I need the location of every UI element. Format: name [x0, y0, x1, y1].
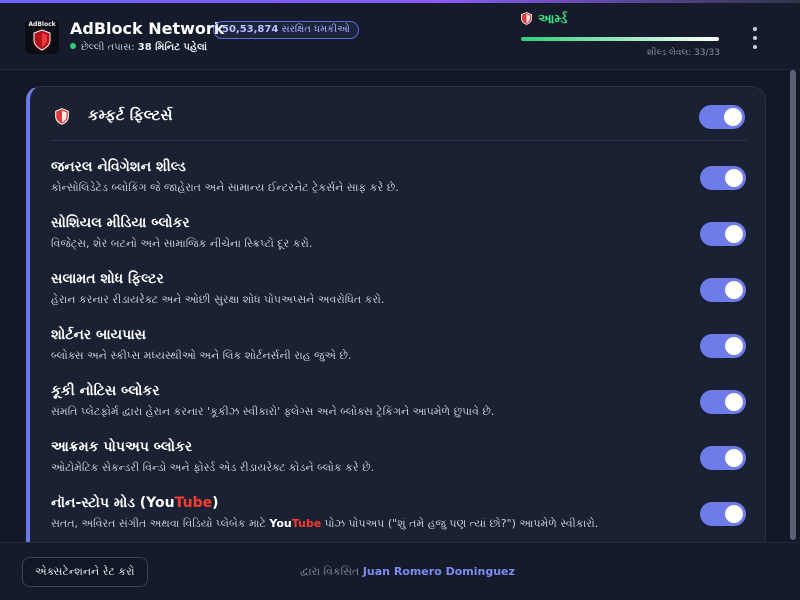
- filter-toggle[interactable]: [700, 222, 746, 246]
- armed-label: આર્મ્ડ: [538, 12, 568, 27]
- menu-dot-icon: [753, 45, 757, 49]
- blocked-count-badge: 50,53,874 સંરક્ષિત ધમકીઓ: [213, 21, 359, 39]
- divider: [50, 140, 747, 141]
- filter-toggle[interactable]: [700, 166, 746, 190]
- filter-title: નૉન-સ્ટોપ મોડ (YouTube): [51, 495, 219, 511]
- filter-toggle[interactable]: [700, 390, 746, 414]
- app-title: AdBlock Network: [70, 19, 225, 38]
- filter-toggle[interactable]: [700, 278, 746, 302]
- footer: એક્સટેન્શનને રેટ કરો દ્વારા વિકસિત Juan …: [0, 542, 800, 600]
- toggle-knob: [725, 169, 743, 187]
- status-dot: [70, 43, 76, 49]
- nonstop-desc-prefix: સતત, અવિરત સંગીત અથવા વિડિયો પ્લેબેક માટ…: [51, 517, 270, 530]
- shield-level-text: શીલ્ડ લેવલ: 33/33: [646, 48, 720, 58]
- filter-description: હેરાન કરનાર રીડાયરેક્ટ અને ઓછી સુરક્ષા શ…: [51, 293, 385, 306]
- filter-description: ઓટોમેટિક સેકન્ડરી વિન્ડો અને ફોર્સ્ડ એડ …: [51, 461, 375, 474]
- filter-title: આક્રમક પોપઅપ બ્લોકર: [51, 439, 193, 455]
- youtube-you-text: You: [269, 517, 292, 530]
- filter-description: બ્લોક્સ અને સ્કીપ્સ મધ્યસ્થીઓ અને લિંક શ…: [51, 349, 352, 362]
- filter-description: વિજેટ્સ, શેર બટનો અને સામાજિક નીચેના સ્ક…: [51, 237, 313, 250]
- filter-title: શોર્ટનર બાયપાસ: [51, 327, 146, 343]
- toggle-knob: [724, 108, 742, 126]
- filter-row-cookie-notice: કૂકી નોટિસ બ્લોકર સંમતિ પ્લેટફોર્મ દ્વાર…: [51, 383, 751, 439]
- app-logo: AdBlock: [25, 20, 59, 54]
- shield-icon: [521, 12, 532, 25]
- logo-shield-icon: [32, 29, 52, 51]
- youtube-tube-text: Tube: [291, 517, 322, 530]
- youtube-tube-text: Tube: [174, 495, 213, 511]
- last-check-value: 38 મિનિટ પહેલાં: [137, 42, 208, 53]
- filter-row-shortener-bypass: શોર્ટનર બાયપાસ બ્લોક્સ અને સ્કીપ્સ મધ્યસ…: [51, 327, 751, 383]
- menu-dot-icon: [753, 27, 757, 31]
- toggle-knob: [725, 505, 743, 523]
- toggle-knob: [725, 393, 743, 411]
- filter-title: જનરલ નેવિગેશન શીલ્ડ: [51, 159, 186, 175]
- blocked-count: 50,53,874: [222, 24, 279, 35]
- menu-dot-icon: [753, 36, 757, 40]
- last-check: છેલ્લી તપાસ: 38 મિનિટ પહેલાં: [70, 42, 207, 53]
- filter-title: કૂકી નોટિસ બ્લોકર: [51, 383, 160, 399]
- filter-title: સલામત શોધ ફિલ્ટર: [51, 271, 164, 287]
- toggle-knob: [725, 281, 743, 299]
- filter-toggle[interactable]: [700, 446, 746, 470]
- more-options-button[interactable]: [745, 25, 765, 51]
- filter-toggle[interactable]: [700, 334, 746, 358]
- filter-description: સંમતિ પ્લેટફોર્મ દ્વારા હેરાન કરનાર 'કૂક…: [51, 405, 495, 418]
- toggle-knob: [725, 225, 743, 243]
- filter-description: કોન્સોલિડેટેડ બ્લોકિંગ જે જાહેરાત અને સા…: [51, 181, 399, 194]
- filter-row-social-media: સોશિયલ મીડિયા બ્લોકર વિજેટ્સ, શેર બટનો અ…: [51, 215, 751, 271]
- filter-title: સોશિયલ મીડિયા બ્લોકર: [51, 215, 190, 231]
- filter-row-aggressive-popup: આક્રમક પોપઅપ બ્લોકર ઓટોમેટિક સેકન્ડરી વિ…: [51, 439, 751, 495]
- nonstop-title-suffix: ): [212, 495, 219, 511]
- comfort-filters-card: કમ્ફર્ટ ફિલ્ટર્સ જનરલ નેવિગેશન શીલ્ડ કોન…: [26, 86, 766, 556]
- developer-name-link[interactable]: Juan Romero Dominguez: [363, 565, 515, 578]
- card-title: કમ્ફર્ટ ફિલ્ટર્સ: [88, 106, 173, 124]
- scrollbar[interactable]: [790, 70, 796, 540]
- developed-by-label: દ્વારા વિકસિત: [300, 565, 360, 578]
- shield-level-bar: [521, 37, 719, 41]
- youtube-you-text: You: [146, 495, 175, 511]
- filter-row-general-shield: જનરલ નેવિગેશન શીલ્ડ કોન્સોલિડેટેડ બ્લોકિ…: [51, 159, 751, 215]
- nonstop-title-prefix: નૉન-સ્ટોપ મોડ (: [51, 495, 147, 511]
- armed-status: આર્મ્ડ: [521, 12, 567, 27]
- filter-description: સતત, અવિરત સંગીત અથવા વિડિયો પ્લેબેક માટ…: [51, 517, 598, 531]
- toggle-knob: [725, 449, 743, 467]
- filter-row-safe-search: સલામત શોધ ફિલ્ટર હેરાન કરનાર રીડાયરેક્ટ …: [51, 271, 751, 327]
- scrollbar-thumb[interactable]: [790, 70, 796, 540]
- nonstop-desc-suffix: પોઝ પોપઅપ ("શું તમે હજુ પણ ત્યાં છો?") આ…: [321, 517, 599, 530]
- shield-level-fill: [521, 37, 719, 41]
- last-check-label: છેલ્લી તપાસ:: [81, 42, 135, 53]
- shield-icon: [55, 108, 69, 125]
- master-toggle[interactable]: [699, 105, 745, 129]
- blocked-label: સંરક્ષિત ધમકીઓ: [281, 24, 350, 35]
- toggle-knob: [725, 337, 743, 355]
- filter-toggle[interactable]: [700, 502, 746, 526]
- header: AdBlock AdBlock Network 50,53,874 સંરક્ષ…: [0, 3, 800, 70]
- rate-extension-button[interactable]: એક્સટેન્શનને રેટ કરો: [22, 557, 148, 587]
- developer-credit: દ્વારા વિકસિત Juan Romero Dominguez: [300, 565, 515, 579]
